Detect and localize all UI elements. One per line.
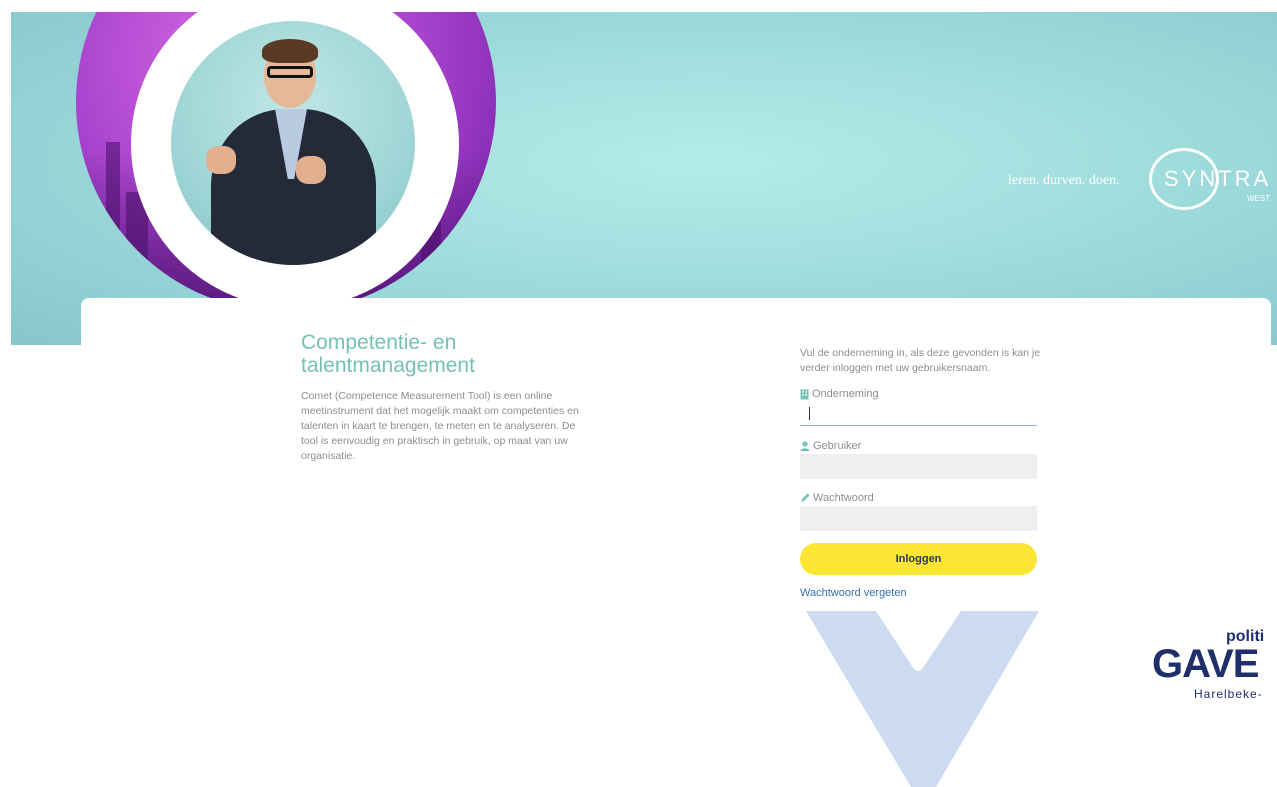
page-description: Comet (Competence Measurement Tool) is e… [301, 390, 579, 462]
person-fist [296, 156, 326, 184]
person-hair [262, 39, 318, 63]
person-fist [206, 146, 236, 174]
password-label-text: Wachtwoord [813, 492, 874, 504]
forgot-password-link[interactable]: Wachtwoord vergeten [800, 587, 907, 599]
password-input[interactable] [800, 506, 1037, 531]
content-card [81, 298, 1271, 358]
page-title: Competentie- en talentmanagement [301, 331, 475, 377]
brand-tagline: leren. durven. doen. [1008, 173, 1120, 188]
building-icon [800, 389, 809, 399]
skyline-tower [106, 142, 120, 312]
pencil-icon [801, 493, 810, 502]
hero-banner: leren. durven. doen. SYNTRA WEST [11, 12, 1277, 345]
decorative-v-shape [806, 611, 1039, 787]
company-label: Onderneming [800, 388, 879, 400]
hero-photo [171, 21, 415, 265]
sponsor-logo-line3: Harelbeke- [1194, 687, 1263, 701]
password-label: Wachtwoord [800, 492, 874, 504]
syntra-logo-sub: WEST [1247, 194, 1271, 203]
login-instruction: Vul de onderneming in, als deze gevonden… [800, 347, 1041, 374]
text-caret [809, 407, 810, 420]
user-label: Gebruiker [800, 440, 861, 452]
user-label-text: Gebruiker [813, 440, 862, 452]
syntra-logo-text: SYNTRA [1164, 166, 1272, 191]
user-icon [800, 441, 810, 451]
sponsor-logo-line2: GAVE [1152, 642, 1259, 686]
company-label-text: Onderneming [812, 388, 879, 400]
login-button[interactable]: Inloggen [800, 543, 1037, 575]
user-input[interactable] [800, 454, 1037, 479]
person-glasses [267, 66, 313, 78]
company-input[interactable] [800, 401, 1037, 426]
